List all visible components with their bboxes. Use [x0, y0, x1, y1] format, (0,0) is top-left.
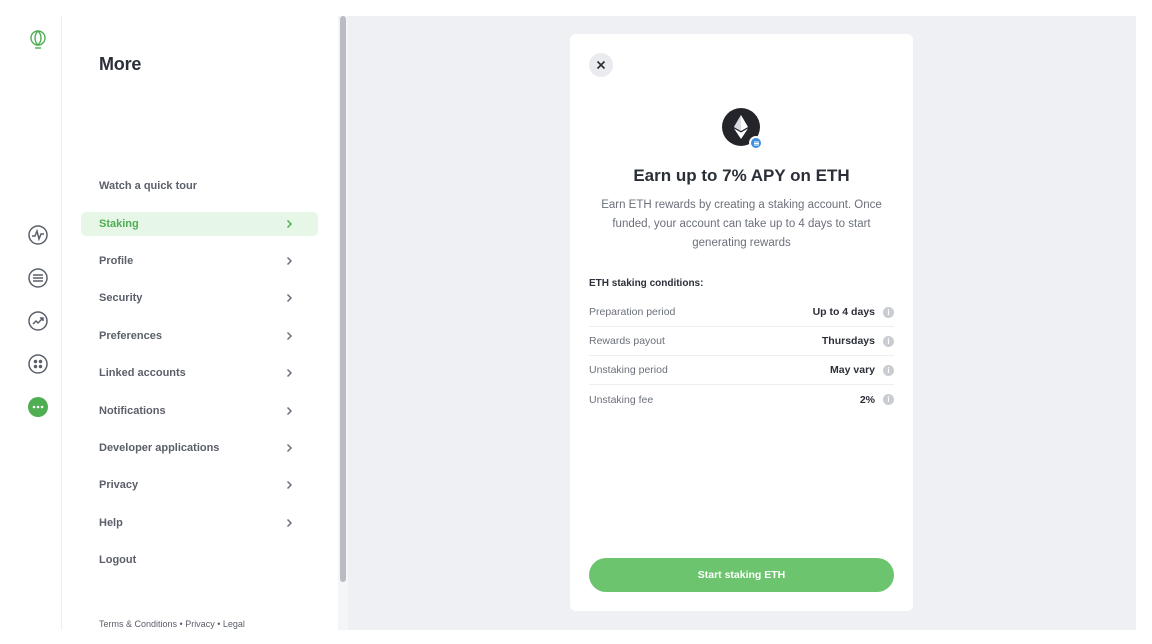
staking-card: Earn up to 7% APY on ETH Earn ETH reward…: [570, 34, 913, 611]
condition-row: Unstaking fee 2% i: [589, 385, 894, 414]
activity-icon[interactable]: [27, 224, 49, 246]
content-area: Earn up to 7% APY on ETH Earn ETH reward…: [348, 16, 1136, 630]
portfolio-trend-icon[interactable]: [27, 310, 49, 332]
menu-item-security[interactable]: Security: [81, 286, 318, 310]
privacy-link[interactable]: Privacy: [185, 619, 215, 629]
close-icon: [596, 60, 606, 70]
menu-scrollbar[interactable]: [338, 16, 348, 630]
terms-link[interactable]: Terms & Conditions: [99, 619, 177, 629]
menu-item-label: Staking: [99, 218, 139, 230]
info-icon[interactable]: i: [883, 336, 894, 347]
footer-separator: •: [214, 619, 223, 629]
chevron-right-icon: [286, 518, 293, 528]
chevron-right-icon: [286, 443, 293, 453]
scrollbar-thumb[interactable]: [340, 16, 346, 582]
condition-label: Rewards payout: [589, 335, 665, 347]
menu-item-label: Privacy: [99, 479, 139, 491]
menu-item-staking[interactable]: Staking: [81, 212, 318, 236]
condition-row: Rewards payout Thursdays i: [589, 327, 894, 356]
condition-value: Thursdays: [821, 335, 875, 347]
condition-value: Up to 4 days: [812, 306, 875, 318]
card-title: Earn up to 7% APY on ETH: [633, 166, 850, 185]
menu-item-label: Profile: [99, 255, 134, 267]
menu-item-linked-accounts[interactable]: Linked accounts: [81, 361, 318, 385]
condition-row: Preparation period Up to 4 days i: [589, 298, 894, 327]
transactions-list-icon[interactable]: [27, 267, 49, 289]
chevron-right-icon: [286, 331, 293, 341]
menu-item-preferences[interactable]: Preferences: [81, 324, 318, 348]
menu-item-label: Developer applications: [99, 442, 220, 454]
info-icon[interactable]: i: [883, 307, 894, 318]
condition-row: Unstaking period May vary i: [589, 356, 894, 385]
more-icon[interactable]: [27, 396, 49, 418]
staking-badge-icon: [749, 136, 763, 150]
condition-value: 2%: [859, 393, 875, 406]
menu-item-privacy[interactable]: Privacy: [81, 473, 318, 497]
chevron-right-icon: [286, 368, 293, 378]
condition-value: May vary: [830, 364, 875, 376]
watch-tour-link[interactable]: Watch a quick tour: [99, 180, 197, 192]
info-icon[interactable]: i: [883, 365, 894, 376]
chevron-right-icon: [286, 219, 293, 229]
condition-label: Unstaking fee: [589, 393, 654, 406]
condition-label: Preparation period: [589, 306, 676, 318]
menu-item-notifications[interactable]: Notifications: [81, 399, 318, 423]
menu-item-label: Help: [99, 517, 123, 529]
uphold-logo-icon[interactable]: [27, 28, 49, 50]
menu-item-label: Logout: [99, 554, 137, 566]
menu-item-help[interactable]: Help: [81, 511, 318, 535]
conditions-title: ETH staking conditions:: [589, 278, 704, 289]
menu-item-label: Linked accounts: [99, 367, 186, 379]
menu-item-developer-applications[interactable]: Developer applications: [81, 436, 318, 460]
menu-item-profile[interactable]: Profile: [81, 249, 318, 273]
info-icon[interactable]: i: [883, 394, 894, 405]
start-staking-button[interactable]: Start staking ETH: [589, 558, 894, 592]
page-title: More: [99, 54, 142, 74]
icon-rail: [16, 16, 62, 630]
menu-item-logout[interactable]: Logout: [81, 548, 318, 572]
footer-separator: •: [177, 619, 186, 629]
menu-item-label: Security: [99, 292, 143, 304]
chevron-right-icon: [286, 293, 293, 303]
legal-link[interactable]: Legal: [223, 619, 245, 629]
chevron-right-icon: [286, 480, 293, 490]
close-button[interactable]: [589, 53, 613, 77]
chevron-right-icon: [286, 256, 293, 266]
chevron-right-icon: [286, 406, 293, 416]
menu-item-label: Notifications: [99, 405, 166, 417]
condition-label: Unstaking period: [589, 364, 668, 376]
footer-links: Terms & Conditions • Privacy • Legal: [99, 619, 245, 629]
more-menu-panel: More Watch a quick tour Staking Profile …: [62, 16, 338, 630]
menu-item-label: Preferences: [99, 330, 162, 342]
card-description: Earn ETH rewards by creating a staking a…: [601, 199, 882, 249]
apps-grid-icon[interactable]: [27, 353, 49, 375]
